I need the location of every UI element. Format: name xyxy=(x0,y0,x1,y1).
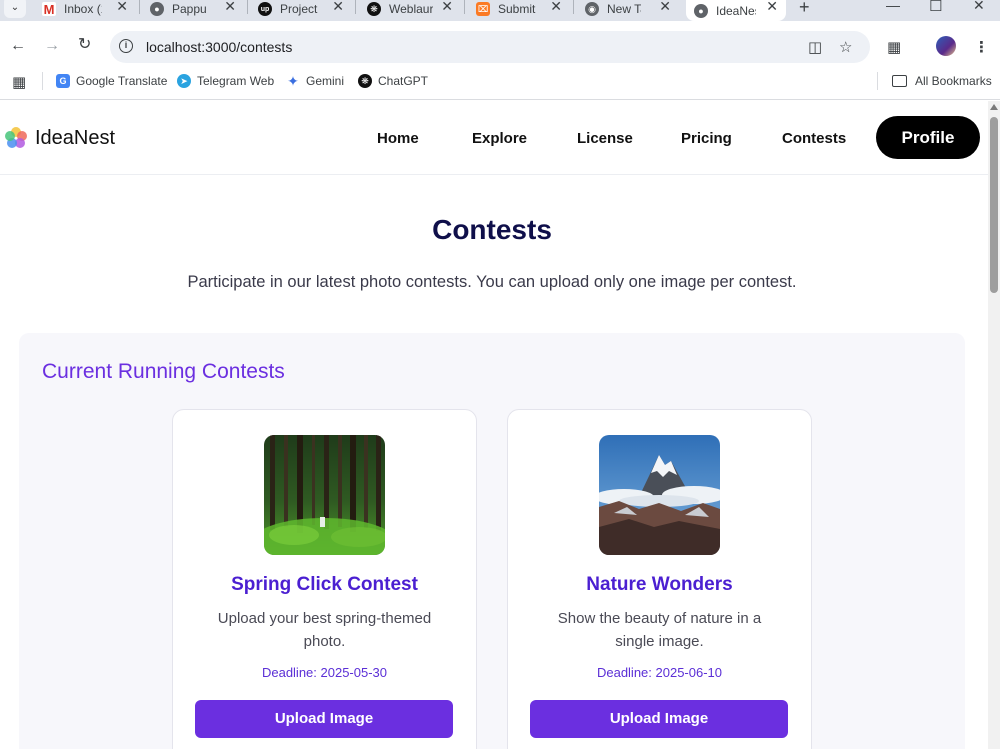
contest-title: Nature Wonders xyxy=(586,574,733,595)
contest-description: Upload your best spring-themed photo. xyxy=(217,610,432,650)
new-tab-icon[interactable]: + xyxy=(799,0,810,18)
tab-title: Inbox (1 xyxy=(64,2,102,16)
gemini-icon: ✦ xyxy=(287,72,299,89)
all-bookmarks-label: All Bookmarks xyxy=(915,74,992,88)
tab-weblaur[interactable]: ❋ Weblaur ✕ xyxy=(367,0,453,18)
tab-close-icon[interactable]: ✕ xyxy=(441,0,453,13)
back-arrow-icon[interactable]: ← xyxy=(10,38,26,54)
upload-image-button[interactable]: Upload Image xyxy=(195,700,453,738)
contest-deadline: Deadline: 2025-06-10 xyxy=(596,665,723,680)
site-info-icon[interactable]: i xyxy=(119,39,133,53)
forward-arrow-icon[interactable]: → xyxy=(44,38,60,54)
section-title: Current Running Contests xyxy=(42,360,285,383)
nav-link-pricing[interactable]: Pricing xyxy=(681,130,732,147)
bookmark-label: Google Translate xyxy=(76,74,168,88)
bookmark-star-icon[interactable]: ☆ xyxy=(839,38,852,56)
page-title: Contests xyxy=(432,214,552,245)
tab-close-icon[interactable]: ✕ xyxy=(766,0,778,13)
tab-strip: ⌄ M Inbox (1 ✕ ● Pappu M ✕ up Project ✕ … xyxy=(0,0,1000,21)
tab-search-chevron-icon[interactable]: ⌄ xyxy=(4,0,26,18)
folder-icon xyxy=(892,75,907,87)
tab-close-icon[interactable]: ✕ xyxy=(659,0,671,13)
maximize-icon[interactable]: ☐ xyxy=(929,0,942,15)
tab-separator xyxy=(355,0,356,14)
url-text[interactable]: localhost:3000/contests xyxy=(146,39,292,55)
brand-name[interactable]: IdeaNest xyxy=(35,127,115,150)
contest-card: Spring Click Contest Upload your best sp… xyxy=(172,409,477,749)
all-bookmarks-button[interactable]: All Bookmarks xyxy=(892,74,992,88)
upwork-icon: up xyxy=(258,2,272,16)
tab-submit[interactable]: ⌧ Submit ✕ xyxy=(476,0,562,18)
bookmark-chatgpt[interactable]: ❋ ChatGPT xyxy=(358,74,428,88)
nav-link-contests[interactable]: Contests xyxy=(782,130,846,147)
contest-card: Nature Wonders Show the beauty of nature… xyxy=(507,409,812,749)
tab-separator xyxy=(139,0,140,14)
contest-image-forest xyxy=(264,435,385,555)
contest-description: Show the beauty of nature in a single im… xyxy=(557,610,762,650)
tab-project[interactable]: up Project ✕ xyxy=(258,0,344,18)
google-translate-icon: G xyxy=(56,74,70,88)
apps-grid-icon[interactable]: ▦ xyxy=(12,73,26,91)
xampp-icon: ⌧ xyxy=(476,2,490,16)
tab-new-tab[interactable]: ◉ New Tab ✕ xyxy=(585,0,671,18)
profile-button[interactable]: Profile xyxy=(876,116,980,159)
tab-close-icon[interactable]: ✕ xyxy=(116,0,128,13)
bookmark-separator xyxy=(42,72,43,90)
chatgpt-icon: ❋ xyxy=(367,2,381,16)
globe-icon: ● xyxy=(694,3,708,18)
tab-pappu[interactable]: ● Pappu M ✕ xyxy=(150,0,236,18)
tab-title: Weblaur xyxy=(389,2,433,16)
translate-page-icon[interactable]: ◫ xyxy=(808,38,822,56)
upload-image-button[interactable]: Upload Image xyxy=(530,700,788,738)
page-viewport: IdeaNest Home Explore License Pricing Co… xyxy=(0,101,988,749)
contest-title: Spring Click Contest xyxy=(231,574,418,595)
contest-image-mountain xyxy=(599,435,720,555)
site-header: IdeaNest Home Explore License Pricing Co… xyxy=(0,101,988,175)
tab-close-icon[interactable]: ✕ xyxy=(224,0,236,13)
page-subtitle: Participate in our latest photo contests… xyxy=(187,273,797,291)
tab-gmail[interactable]: M Inbox (1 ✕ xyxy=(42,0,128,18)
bookmark-label: Gemini xyxy=(306,74,345,88)
bookmark-gemini[interactable]: ✦ Gemini xyxy=(286,72,345,89)
bookmark-label: ChatGPT xyxy=(378,74,429,88)
telegram-icon: ➤ xyxy=(177,74,191,88)
tab-title: Pappu M xyxy=(172,2,210,16)
browser-menu-icon[interactable]: ⋮ xyxy=(974,38,989,56)
scrollbar-thumb[interactable] xyxy=(990,117,998,293)
tab-title: IdeaNes xyxy=(716,3,756,18)
bookmark-google-translate[interactable]: G Google Translate xyxy=(56,74,167,88)
gmail-icon: M xyxy=(42,1,56,17)
bookmark-telegram-web[interactable]: ➤ Telegram Web xyxy=(177,74,274,88)
nav-link-explore[interactable]: Explore xyxy=(472,130,527,147)
bookmark-label: Telegram Web xyxy=(197,74,275,88)
tab-ideanest-active[interactable]: ● IdeaNes ✕ xyxy=(686,0,786,21)
reload-icon[interactable]: ↻ xyxy=(78,37,91,53)
tab-separator xyxy=(247,0,248,14)
tab-separator xyxy=(464,0,465,14)
nav-link-home[interactable]: Home xyxy=(377,130,419,147)
tab-close-icon[interactable]: ✕ xyxy=(550,0,562,13)
window-close-icon[interactable]: ✕ xyxy=(973,0,985,14)
tab-close-icon[interactable]: ✕ xyxy=(332,0,344,13)
tab-title: Project xyxy=(280,2,318,16)
globe-icon: ● xyxy=(150,2,164,16)
minimize-icon[interactable]: — xyxy=(886,0,900,13)
bookmark-separator xyxy=(877,72,878,90)
contests-panel xyxy=(19,333,965,749)
profile-avatar[interactable] xyxy=(936,36,956,56)
nav-link-license[interactable]: License xyxy=(577,130,633,147)
chrome-icon: ◉ xyxy=(585,2,599,16)
extensions-puzzle-icon[interactable]: ▦ xyxy=(887,38,901,56)
tab-separator xyxy=(573,0,574,14)
contest-deadline: Deadline: 2025-05-30 xyxy=(261,665,388,680)
scroll-up-arrow-icon[interactable] xyxy=(990,104,998,110)
ideanest-logo-icon[interactable] xyxy=(4,126,28,150)
tab-title: New Tab xyxy=(607,2,641,16)
tab-title: Submit xyxy=(498,2,536,16)
chatgpt-icon: ❋ xyxy=(358,74,372,88)
